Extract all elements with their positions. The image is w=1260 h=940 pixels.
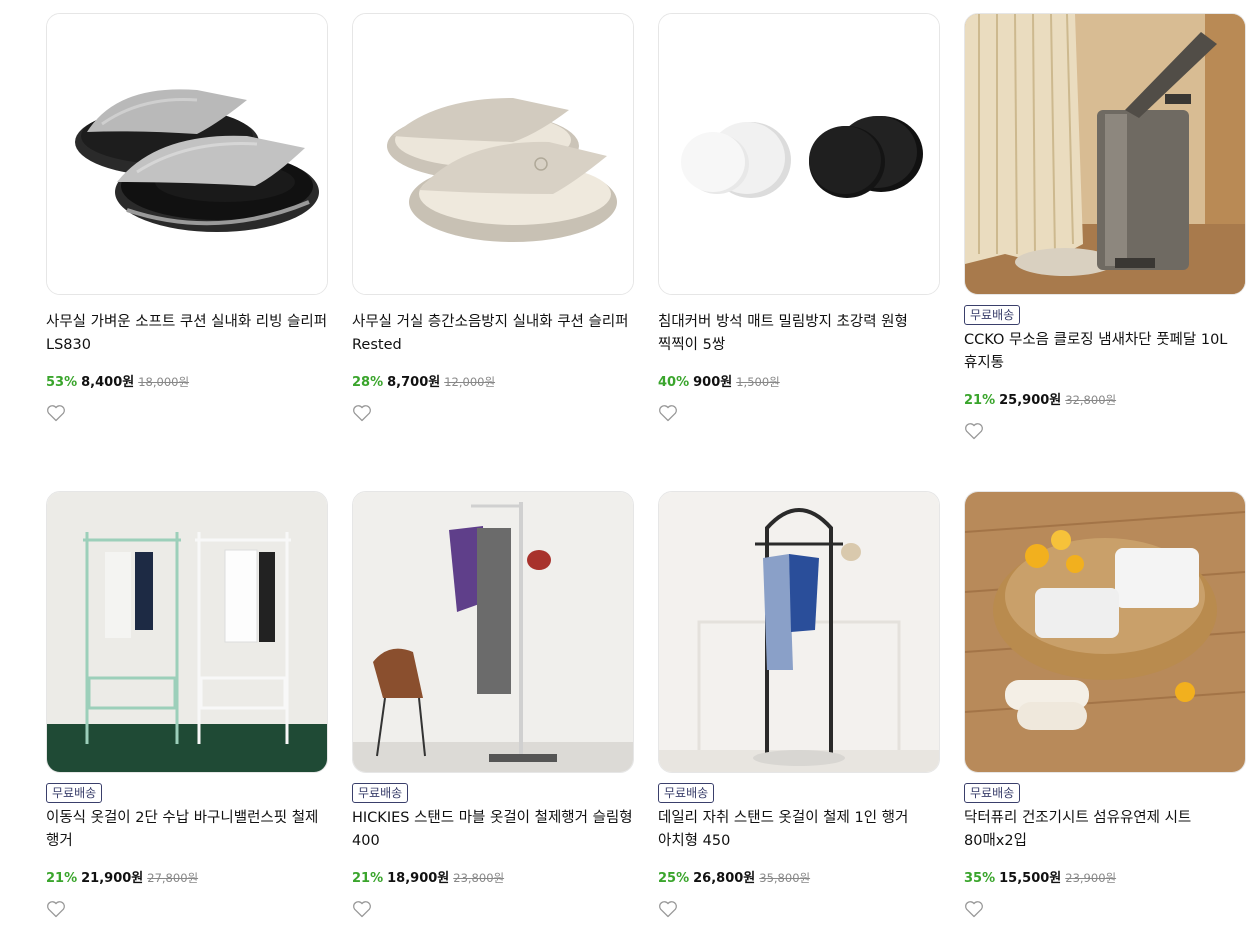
sale-price: 26,800원	[693, 871, 756, 886]
discount-rate: 40%	[658, 375, 690, 390]
heart-icon[interactable]	[46, 900, 66, 918]
discount-rate: 21%	[352, 871, 384, 886]
product-card[interactable]: 무료배송 HICKIES 스탠드 마블 옷걸이 철제행거 슬림형 400 21%…	[352, 491, 634, 918]
product-card[interactable]: 무료배송 이동식 옷걸이 2단 수납 바구니밸런스핏 철제 행거 21% 21,…	[46, 491, 328, 918]
sale-price: 25,900원	[999, 393, 1062, 408]
badge-row: 무료배송	[658, 773, 940, 803]
original-price: 12,000원	[444, 375, 496, 389]
sale-price: 15,500원	[999, 871, 1062, 886]
original-price: 23,900원	[1065, 871, 1117, 885]
discount-rate: 28%	[352, 375, 384, 390]
badge-row: 무료배송	[964, 295, 1246, 325]
product-name[interactable]: CCKO 무소음 클로징 냄새차단 풋페달 10L 휴지통	[964, 329, 1246, 375]
discount-rate: 53%	[46, 375, 78, 390]
product-grid: 사무실 가벼운 소프트 쿠션 실내화 리빙 슬리퍼 LS830 53% 8,40…	[0, 0, 1260, 940]
product-image[interactable]	[46, 13, 328, 295]
heart-icon[interactable]	[352, 900, 372, 918]
price-row: 21% 21,900원 27,800원	[46, 869, 328, 888]
original-price: 23,800원	[453, 871, 505, 885]
heart-icon[interactable]	[352, 404, 372, 422]
sale-price: 18,900원	[387, 871, 450, 886]
free-shipping-badge: 무료배송	[658, 783, 715, 803]
sale-price: 900원	[693, 375, 733, 390]
discount-rate: 21%	[964, 393, 996, 408]
product-image[interactable]	[352, 491, 634, 773]
product-image[interactable]	[658, 13, 940, 295]
product-name[interactable]: 이동식 옷걸이 2단 수납 바구니밸런스핏 철제 행거	[46, 807, 328, 853]
free-shipping-badge: 무료배송	[46, 783, 103, 803]
product-name[interactable]: 침대커버 방석 매트 밀림방지 초강력 원형 찍찍이 5쌍	[658, 311, 940, 357]
price-row: 21% 18,900원 23,800원	[352, 869, 634, 888]
heart-icon[interactable]	[964, 900, 984, 918]
discount-rate: 35%	[964, 871, 996, 886]
original-price: 35,800원	[759, 871, 811, 885]
heart-icon[interactable]	[658, 900, 678, 918]
original-price: 1,500원	[736, 375, 780, 389]
product-image[interactable]	[46, 491, 328, 773]
product-card[interactable]: 침대커버 방석 매트 밀림방지 초강력 원형 찍찍이 5쌍 40% 900원 1…	[658, 13, 940, 422]
product-image[interactable]	[352, 13, 634, 295]
price-row: 28% 8,700원 12,000원	[352, 373, 634, 392]
product-card[interactable]: 무료배송 CCKO 무소음 클로징 냄새차단 풋페달 10L 휴지통 21% 2…	[964, 13, 1246, 440]
badge-row: 무료배송	[352, 773, 634, 803]
product-card[interactable]: 사무실 가벼운 소프트 쿠션 실내화 리빙 슬리퍼 LS830 53% 8,40…	[46, 13, 328, 422]
original-price: 32,800원	[1065, 393, 1117, 407]
product-name[interactable]: 사무실 거실 층간소음방지 실내화 쿠션 슬리퍼 Rested	[352, 311, 634, 357]
free-shipping-badge: 무료배송	[964, 783, 1021, 803]
price-row: 25% 26,800원 35,800원	[658, 869, 940, 888]
discount-rate: 21%	[46, 871, 78, 886]
product-image[interactable]	[964, 13, 1246, 295]
heart-icon[interactable]	[658, 404, 678, 422]
product-image[interactable]	[658, 491, 940, 773]
sale-price: 21,900원	[81, 871, 144, 886]
price-row: 40% 900원 1,500원	[658, 373, 940, 392]
product-card[interactable]: 사무실 거실 층간소음방지 실내화 쿠션 슬리퍼 Rested 28% 8,70…	[352, 13, 634, 422]
free-shipping-badge: 무료배송	[964, 305, 1021, 325]
product-image[interactable]	[964, 491, 1246, 773]
original-price: 18,000원	[138, 375, 190, 389]
product-name[interactable]: 닥터퓨리 건조기시트 섬유유연제 시트 80매x2입	[964, 807, 1246, 853]
badge-row: 무료배송	[46, 773, 328, 803]
product-name[interactable]: 데일리 자취 스탠드 옷걸이 철제 1인 행거 아치형 450	[658, 807, 940, 853]
discount-rate: 25%	[658, 871, 690, 886]
sale-price: 8,400원	[81, 375, 135, 390]
product-card[interactable]: 무료배송 닥터퓨리 건조기시트 섬유유연제 시트 80매x2입 35% 15,5…	[964, 491, 1246, 918]
heart-icon[interactable]	[46, 404, 66, 422]
price-row: 21% 25,900원 32,800원	[964, 391, 1246, 410]
price-row: 53% 8,400원 18,000원	[46, 373, 328, 392]
product-card[interactable]: 무료배송 데일리 자취 스탠드 옷걸이 철제 1인 행거 아치형 450 25%…	[658, 491, 940, 918]
price-row: 35% 15,500원 23,900원	[964, 869, 1246, 888]
heart-icon[interactable]	[964, 422, 984, 440]
original-price: 27,800원	[147, 871, 199, 885]
badge-row: 무료배송	[964, 773, 1246, 803]
free-shipping-badge: 무료배송	[352, 783, 409, 803]
product-name[interactable]: 사무실 가벼운 소프트 쿠션 실내화 리빙 슬리퍼 LS830	[46, 311, 328, 357]
product-name[interactable]: HICKIES 스탠드 마블 옷걸이 철제행거 슬림형 400	[352, 807, 634, 853]
sale-price: 8,700원	[387, 375, 441, 390]
